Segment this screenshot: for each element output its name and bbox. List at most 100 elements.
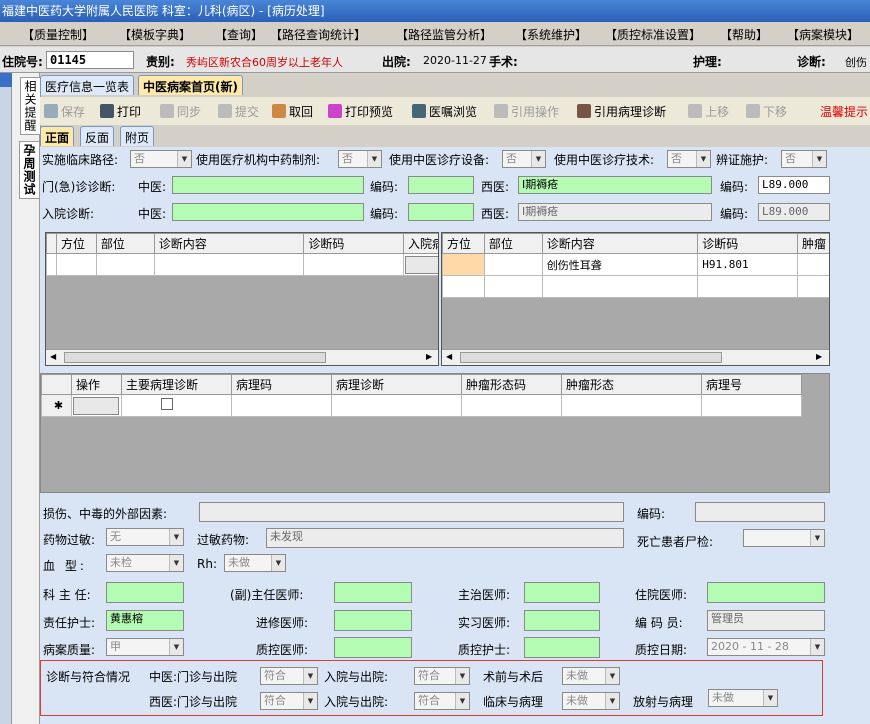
retrieve-button[interactable]: 取回: [272, 103, 313, 120]
tab-front[interactable]: 正面: [40, 126, 75, 146]
record-quality-select[interactable]: 甲 ▼: [106, 638, 184, 656]
tcm-admission-discharge-select[interactable]: 符合 ▼: [414, 667, 470, 685]
outpatient-tcm-code-field[interactable]: [408, 176, 474, 194]
intern-field[interactable]: [524, 610, 600, 631]
table-cell[interactable]: [442, 275, 485, 298]
menu-query[interactable]: 【查询】: [215, 26, 263, 43]
table-cell[interactable]: [303, 253, 405, 276]
outpatient-wm-code-field[interactable]: L89.000: [758, 176, 830, 194]
inpatient-no-field[interactable]: 01145: [46, 51, 134, 69]
menu-quality-control[interactable]: 【质量控制】: [22, 26, 94, 43]
external-code-field[interactable]: [695, 502, 825, 522]
table-row[interactable]: 创伤性耳聋 H91.801: [442, 253, 829, 276]
menu-help[interactable]: 【帮助】: [720, 26, 768, 43]
scroll-right-icon[interactable]: ▶: [426, 352, 432, 361]
tab-pregnancy-test[interactable]: 孕周测试: [19, 141, 40, 199]
table-cell[interactable]: [55, 253, 97, 276]
director-field[interactable]: [106, 582, 184, 603]
clinical-pathology-select[interactable]: 未做 ▼: [562, 692, 620, 710]
resident-field[interactable]: [707, 582, 825, 603]
qc-nurse-field[interactable]: [524, 637, 600, 658]
rh-select[interactable]: 未做 ▼: [224, 554, 286, 572]
main-pathology-checkbox[interactable]: [160, 398, 173, 410]
scroll-thumb[interactable]: [64, 352, 326, 363]
autopsy-select[interactable]: ▼: [743, 529, 825, 547]
bz-care-select[interactable]: 否 ▼: [781, 150, 827, 168]
table-cell[interactable]: [71, 394, 122, 417]
table-cell[interactable]: [231, 394, 332, 417]
table-cell[interactable]: [697, 275, 799, 298]
scroll-thumb[interactable]: [460, 352, 722, 363]
move-down-button[interactable]: 下移: [746, 103, 787, 120]
admission-tcm-code-field[interactable]: [408, 203, 474, 221]
tab-medical-overview[interactable]: 医疗信息一览表: [40, 75, 135, 95]
scroll-left-icon[interactable]: ◀: [50, 352, 56, 361]
radiology-pathology-select[interactable]: 未做 ▼: [708, 689, 778, 707]
scroll-left-icon[interactable]: ◀: [446, 352, 452, 361]
ref-pathology-button[interactable]: 引用病理诊断: [577, 103, 666, 120]
coder-field[interactable]: 管理员: [707, 610, 825, 631]
table-cell[interactable]: [797, 253, 829, 276]
qc-date-picker[interactable]: 2020 - 11 - 28 ▼: [707, 638, 825, 656]
menu-path-analysis[interactable]: 【路径监管分析】: [396, 26, 492, 43]
table-cell[interactable]: [797, 275, 829, 298]
tab-appendix[interactable]: 附页: [120, 126, 155, 146]
advanced-doctor-field[interactable]: [334, 610, 412, 631]
nurse-field[interactable]: 黄惠榕: [106, 610, 184, 631]
sync-button[interactable]: 同步: [160, 103, 201, 120]
tcm-tech-select[interactable]: 否 ▼: [667, 150, 711, 168]
table-cell[interactable]: [442, 253, 485, 276]
tab-tcm-front-page[interactable]: 中医病案首页(新): [138, 75, 243, 95]
operation-button[interactable]: [73, 396, 119, 415]
table-cell[interactable]: [331, 394, 462, 417]
blood-type-select[interactable]: 未检 ▼: [106, 554, 184, 572]
table-row[interactable]: ✱: [41, 394, 802, 417]
table-cell[interactable]: [483, 275, 543, 298]
menu-path-stats[interactable]: 【路径查询统计】: [270, 26, 366, 43]
print-button[interactable]: 打印: [100, 103, 141, 120]
table-cell[interactable]: [153, 253, 305, 276]
outpatient-tcm-field[interactable]: [172, 176, 364, 194]
tab-back[interactable]: 反面: [80, 126, 115, 146]
table-cell[interactable]: [561, 394, 702, 417]
table-row[interactable]: [46, 253, 438, 276]
menu-template-dict[interactable]: 【模板字典】: [119, 26, 191, 43]
table-cell[interactable]: [121, 394, 232, 417]
submit-button[interactable]: 提交: [218, 103, 259, 120]
ref-operation-button[interactable]: 引用操作: [494, 103, 559, 120]
outpatient-wm-field[interactable]: Ⅰ期褥疮: [518, 176, 712, 194]
table-cell[interactable]: [541, 275, 699, 298]
horizontal-scrollbar[interactable]: ◀ ▶: [442, 349, 829, 365]
table-cell[interactable]: [403, 253, 438, 276]
table-cell[interactable]: [701, 394, 802, 417]
attending-field[interactable]: [524, 582, 600, 603]
vice-director-field[interactable]: [334, 582, 412, 603]
admission-wm-code-field[interactable]: L89.000: [758, 203, 830, 221]
tcm-equip-select[interactable]: 否 ▼: [502, 150, 546, 168]
clinical-path-select[interactable]: 否 ▼: [130, 150, 192, 168]
scroll-right-icon[interactable]: ▶: [816, 352, 822, 361]
table-cell[interactable]: [483, 253, 543, 276]
warning-tip[interactable]: 温馨提示: [820, 103, 868, 120]
table-row[interactable]: [442, 275, 829, 298]
horizontal-scrollbar[interactable]: ◀ ▶: [46, 349, 438, 365]
table-cell[interactable]: [95, 253, 155, 276]
external-cause-field[interactable]: [199, 502, 624, 522]
tcm-prep-select[interactable]: 否 ▼: [338, 150, 382, 168]
tab-related-reminders[interactable]: 相关提醒: [20, 77, 41, 135]
admission-wm-field[interactable]: Ⅰ期褥疮: [518, 203, 712, 221]
save-button[interactable]: 保存: [44, 103, 85, 120]
allergy-select[interactable]: 无 ▼: [106, 528, 184, 546]
menu-records[interactable]: 【病案模块】: [787, 26, 859, 43]
order-view-button[interactable]: 医嘱浏览: [412, 103, 477, 120]
wm-outpatient-discharge-select[interactable]: 符合 ▼: [260, 692, 318, 710]
table-cell[interactable]: H91.801: [697, 253, 799, 276]
pre-post-op-select[interactable]: 未做 ▼: [562, 667, 620, 685]
allergy-drug-field[interactable]: 未发现: [266, 528, 624, 548]
admission-tcm-field[interactable]: [172, 203, 364, 221]
print-preview-button[interactable]: 打印预览: [328, 103, 393, 120]
table-cell[interactable]: [461, 394, 562, 417]
menu-qc-standards[interactable]: 【质控标准设置】: [605, 26, 701, 43]
qc-doctor-field[interactable]: [334, 637, 412, 658]
move-up-button[interactable]: 上移: [688, 103, 729, 120]
